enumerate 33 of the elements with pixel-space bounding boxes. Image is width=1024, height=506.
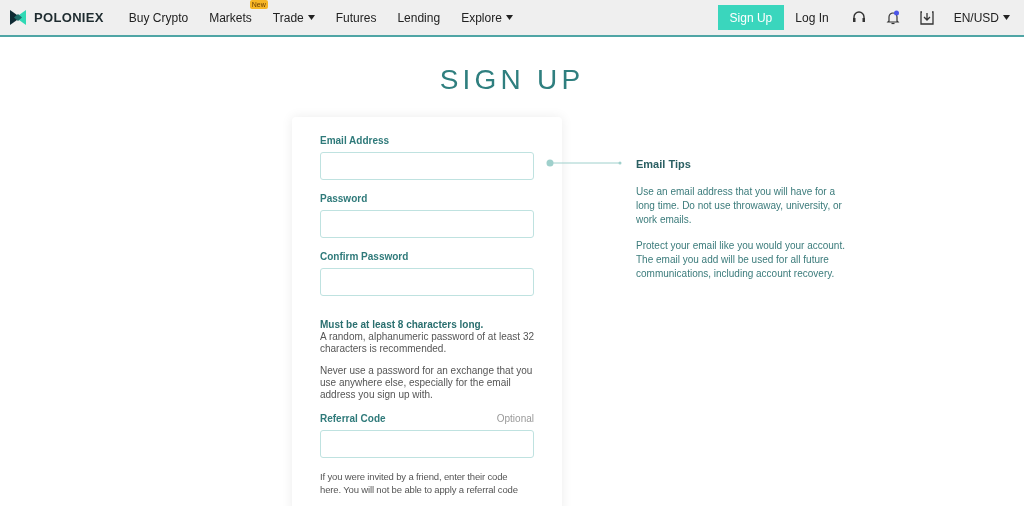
tip-paragraph: Use an email address that you will have for a long time. Do not use throwaway, university, or work emails. [636,184,843,227]
referral-note: If you were invited by a friend, enter their code here. You will not be able to apply a referral code [320,470,519,496]
headset-icon[interactable] [851,11,866,24]
caret-icon [505,15,513,20]
tip-paragraph: Protect your email like you would your account. The email you add will be used for all future communications, including account recovery. [636,238,846,281]
bell-icon[interactable] [885,10,900,25]
tips-title: Email Tips [636,157,692,172]
logo-icon[interactable] [10,9,26,26]
nav-link[interactable]: Lending [397,8,441,27]
field-label: Confirm Password [320,250,410,264]
nav-link[interactable]: Explore [461,8,513,27]
locale-dropdown[interactable]: EN/USD [953,8,1010,27]
field-label: Email Address [320,134,391,148]
nav-link[interactable]: Futures [335,8,377,27]
input-field[interactable] [320,152,534,180]
input-field[interactable] [320,268,534,296]
nav-link[interactable]: Trade [272,8,315,27]
download-icon[interactable] [919,10,934,25]
input-field[interactable] [320,430,534,458]
log-in-link[interactable]: Log In [795,8,829,27]
password-rule: Must be at least 8 characters long. [320,318,485,331]
caret-icon [307,15,315,20]
page-title: SIGN UP [439,63,585,97]
nav-link[interactable]: Markets [209,8,252,27]
brand-name[interactable]: POLONIEX [34,7,104,28]
caret-icon [1003,15,1010,20]
password-note: A random, alphanumeric password of at least 32 characters is recommended. [320,331,534,355]
field-label: Password [320,192,369,206]
password-note: Never use a password for an exchange that you use anywhere else, especially for the email address you sign up with. [320,365,534,401]
optional-hint: Optional [496,412,534,426]
nav-link[interactable]: Buy Crypto [128,8,189,27]
input-field[interactable] [320,210,534,238]
field-label: Referral Code [320,412,386,426]
